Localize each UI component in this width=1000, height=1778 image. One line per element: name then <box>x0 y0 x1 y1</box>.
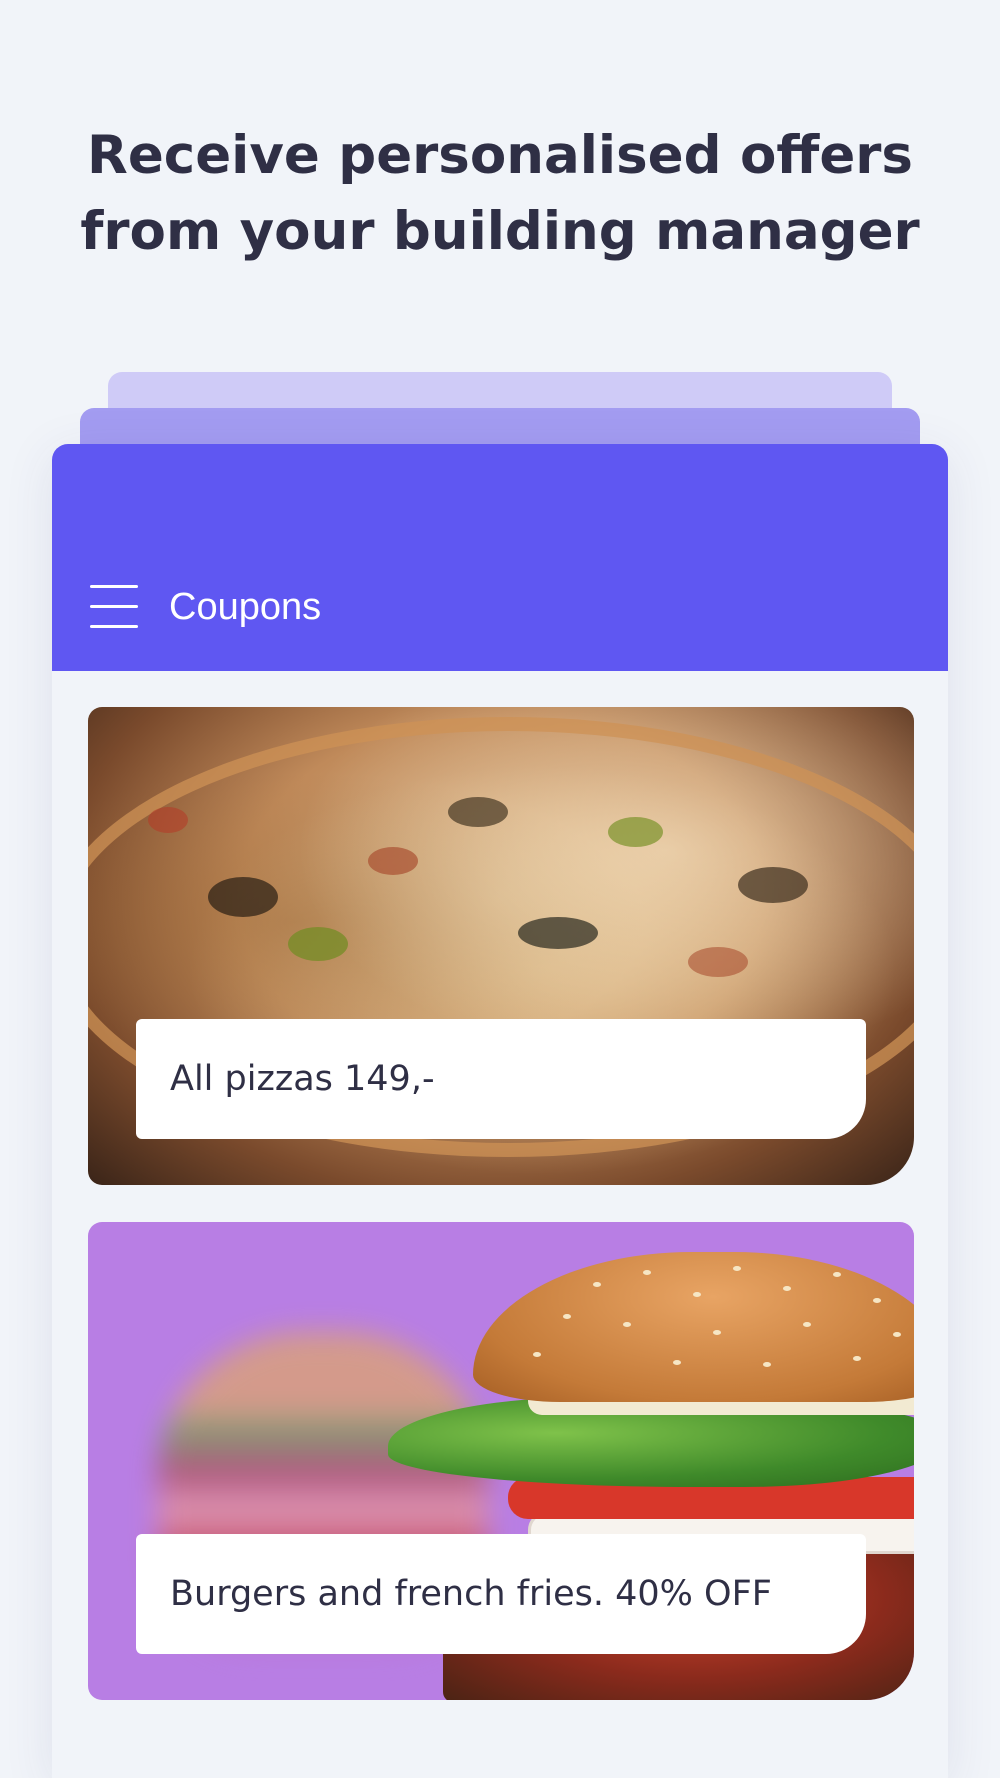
coupon-card-burger[interactable]: Burgers and french fries. 40% OFF <box>88 1222 914 1700</box>
burger-photo <box>473 1252 914 1402</box>
promo-headline-line-1: Receive personalised offers <box>87 125 913 186</box>
coupon-label: All pizzas 149,- <box>136 1019 866 1139</box>
promo-headline: Receive personalised offers from your bu… <box>0 118 1000 270</box>
coupon-card-pizza[interactable]: All pizzas 149,- <box>88 707 914 1185</box>
promo-headline-line-2: from your building manager <box>80 201 920 262</box>
app-bar-title: Coupons <box>169 586 322 628</box>
coupon-label: Burgers and french fries. 40% OFF <box>136 1534 866 1654</box>
app-preview: Coupons All pizzas 149,- Burgers and fre… <box>52 444 948 1778</box>
hamburger-menu-icon[interactable] <box>90 585 138 629</box>
app-bar: Coupons <box>52 444 948 671</box>
